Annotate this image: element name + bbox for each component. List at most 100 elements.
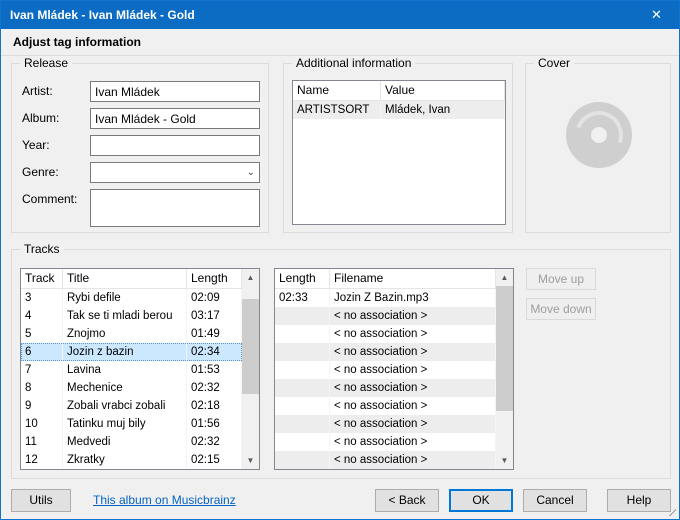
track-title-cell: Tak se ti mladi berou bbox=[63, 307, 187, 325]
scrollbar-thumb[interactable] bbox=[496, 286, 513, 411]
track-title-cell: Lavina bbox=[63, 361, 187, 379]
tag-value-cell: Mládek, Ivan bbox=[381, 101, 505, 119]
additional-info-legend: Additional information bbox=[292, 56, 415, 71]
file-row[interactable]: < no association > bbox=[275, 451, 496, 469]
scroll-down-icon[interactable]: ▼ bbox=[242, 452, 259, 469]
genre-select[interactable]: ⌄ bbox=[90, 162, 260, 183]
artist-field[interactable] bbox=[90, 81, 260, 102]
genre-label: Genre: bbox=[22, 165, 59, 179]
ok-button[interactable]: OK bbox=[449, 489, 513, 512]
track-row[interactable]: 11 Medvedi 02:32 bbox=[21, 433, 242, 451]
track-number-cell: 7 bbox=[21, 361, 63, 379]
track-row[interactable]: 7 Lavina 01:53 bbox=[21, 361, 242, 379]
track-title-cell: Medvedi bbox=[63, 433, 187, 451]
window-title: Ivan Mládek - Ivan Mládek - Gold bbox=[10, 1, 195, 29]
additional-info-header: Name Value bbox=[293, 81, 505, 101]
close-button[interactable]: ✕ bbox=[634, 1, 679, 29]
file-name-cell: < no association > bbox=[330, 325, 496, 343]
year-field[interactable] bbox=[90, 135, 260, 156]
file-name-cell: Jozin Z Bazin.mp3 bbox=[330, 289, 496, 307]
track-row[interactable]: 9 Zobali vrabci zobali 02:18 bbox=[21, 397, 242, 415]
musicbrainz-link[interactable]: This album on Musicbrainz bbox=[93, 493, 236, 507]
comment-label: Comment: bbox=[22, 192, 77, 206]
file-row[interactable]: < no association > bbox=[275, 361, 496, 379]
track-number-cell: 4 bbox=[21, 307, 63, 325]
track-row[interactable]: 12 Zkratky 02:15 bbox=[21, 451, 242, 469]
comment-field[interactable] bbox=[90, 189, 260, 227]
track-length-cell: 02:32 bbox=[187, 379, 242, 397]
track-row[interactable]: 8 Mechenice 02:32 bbox=[21, 379, 242, 397]
track-row[interactable]: 10 Tatinku muj bily 01:56 bbox=[21, 415, 242, 433]
file-length-cell bbox=[275, 397, 330, 415]
album-field[interactable] bbox=[90, 108, 260, 129]
track-number-cell: 11 bbox=[21, 433, 63, 451]
file-name-cell: < no association > bbox=[330, 361, 496, 379]
file-length-cell bbox=[275, 379, 330, 397]
help-button[interactable]: Help bbox=[607, 489, 671, 512]
file-row[interactable]: < no association > bbox=[275, 397, 496, 415]
track-row[interactable]: 4 Tak se ti mladi berou 03:17 bbox=[21, 307, 242, 325]
file-row[interactable]: < no association > bbox=[275, 343, 496, 361]
move-down-button: Move down bbox=[526, 298, 596, 320]
track-title-cell: Zkratky bbox=[63, 451, 187, 469]
track-length-cell: 01:53 bbox=[187, 361, 242, 379]
track-length-cell: 02:18 bbox=[187, 397, 242, 415]
file-name-cell: < no association > bbox=[330, 397, 496, 415]
column-header-value: Value bbox=[381, 81, 505, 100]
file-row[interactable]: < no association > bbox=[275, 379, 496, 397]
file-length-cell bbox=[275, 433, 330, 451]
page-title: Adjust tag information bbox=[13, 35, 141, 49]
track-list-header: Track Title Length bbox=[21, 269, 259, 289]
file-length-cell bbox=[275, 325, 330, 343]
track-length-cell: 02:34 bbox=[187, 343, 242, 361]
column-header-name: Name bbox=[293, 81, 381, 100]
track-row[interactable]: 5 Znojmo 01:49 bbox=[21, 325, 242, 343]
track-row-selected[interactable]: 6 Jozin z bazin 02:34 bbox=[21, 343, 242, 361]
utils-button[interactable]: Utils bbox=[11, 489, 71, 512]
file-row[interactable]: < no association > bbox=[275, 307, 496, 325]
file-row[interactable]: < no association > bbox=[275, 433, 496, 451]
track-number-cell: 10 bbox=[21, 415, 63, 433]
tag-row[interactable]: ARTISTSORT Mládek, Ivan bbox=[293, 101, 505, 119]
file-length-cell bbox=[275, 307, 330, 325]
file-length-cell bbox=[275, 415, 330, 433]
track-length-cell: 02:15 bbox=[187, 451, 242, 469]
file-name-cell: < no association > bbox=[330, 451, 496, 469]
scroll-up-icon[interactable]: ▲ bbox=[242, 269, 259, 286]
file-length-cell bbox=[275, 361, 330, 379]
dialog-window: Ivan Mládek - Ivan Mládek - Gold ✕ Adjus… bbox=[0, 0, 680, 520]
track-length-cell: 03:17 bbox=[187, 307, 242, 325]
track-length-cell: 01:49 bbox=[187, 325, 242, 343]
track-title-cell: Mechenice bbox=[63, 379, 187, 397]
track-title-cell: Jozin z bazin bbox=[63, 343, 187, 361]
track-list: Track Title Length 3 Rybi defile 02:09 4… bbox=[20, 268, 260, 470]
scroll-down-icon[interactable]: ▼ bbox=[496, 452, 513, 469]
file-name-cell: < no association > bbox=[330, 379, 496, 397]
tracks-legend: Tracks bbox=[20, 242, 64, 257]
track-title-cell: Zobali vrabci zobali bbox=[63, 397, 187, 415]
file-list: Length Filename 02:33 Jozin Z Bazin.mp3 … bbox=[274, 268, 514, 470]
column-header-length: Length bbox=[275, 269, 330, 288]
file-list-scrollbar[interactable]: ▲ ▼ bbox=[496, 269, 513, 469]
column-header-track: Track bbox=[21, 269, 63, 288]
track-list-scrollbar[interactable]: ▲ ▼ bbox=[242, 269, 259, 469]
file-length-cell bbox=[275, 451, 330, 469]
back-button[interactable]: < Back bbox=[375, 489, 439, 512]
chevron-down-icon: ⌄ bbox=[247, 163, 255, 182]
titlebar[interactable]: Ivan Mládek - Ivan Mládek - Gold ✕ bbox=[1, 1, 679, 29]
track-length-cell: 02:32 bbox=[187, 433, 242, 451]
album-label: Album: bbox=[22, 111, 59, 125]
file-row[interactable]: < no association > bbox=[275, 415, 496, 433]
track-number-cell: 6 bbox=[21, 343, 63, 361]
file-row[interactable]: 02:33 Jozin Z Bazin.mp3 bbox=[275, 289, 496, 307]
scroll-up-icon[interactable]: ▲ bbox=[496, 269, 513, 286]
cancel-button[interactable]: Cancel bbox=[523, 489, 587, 512]
column-header-title: Title bbox=[63, 269, 187, 288]
file-row[interactable]: < no association > bbox=[275, 325, 496, 343]
track-row[interactable]: 3 Rybi defile 02:09 bbox=[21, 289, 242, 307]
track-length-cell: 01:56 bbox=[187, 415, 242, 433]
file-length-cell: 02:33 bbox=[275, 289, 330, 307]
cover-group: Cover bbox=[525, 63, 671, 233]
track-number-cell: 5 bbox=[21, 325, 63, 343]
scrollbar-thumb[interactable] bbox=[242, 299, 259, 394]
